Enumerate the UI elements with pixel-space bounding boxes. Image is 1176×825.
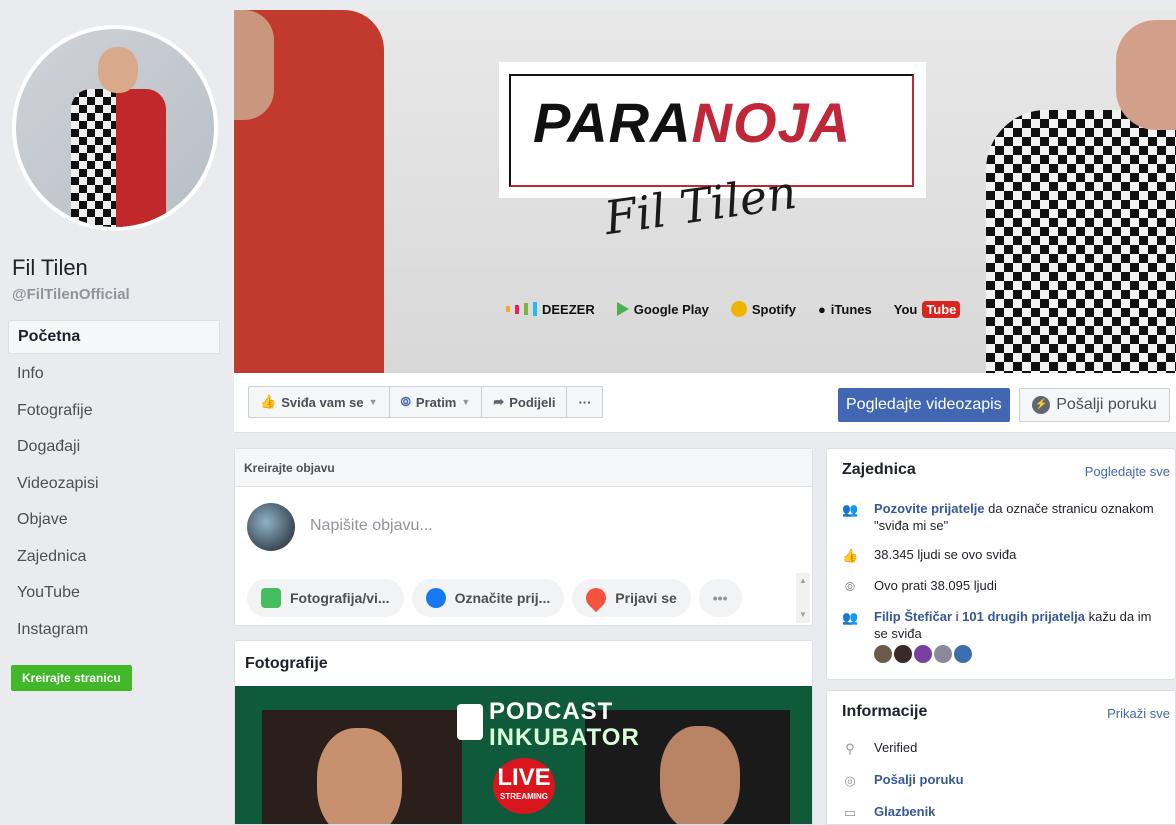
invite-friends-row: 👥 Pozovite prijatelje da označe stranicu…: [842, 501, 1154, 533]
apple-icon: ●: [817, 301, 826, 317]
spotify-logo: Spotify: [730, 301, 796, 317]
page-action-bar: 👍 Sviđa vam se ▼ ⦾ Pratim ▼ ➦ Podijeli ·…: [234, 373, 1176, 433]
photos-title[interactable]: Fotografije: [235, 641, 812, 686]
user-avatar: [247, 503, 295, 551]
more-button[interactable]: ···: [567, 387, 602, 417]
create-post-box: Kreirajte objavu Napišite objavu... Foto…: [234, 448, 813, 626]
location-pin-icon: [582, 583, 611, 613]
location-pin-icon: ⚲: [845, 741, 855, 756]
tag-friends-icon: [425, 588, 446, 608]
avatar: [16, 29, 214, 227]
messenger-icon: ◎: [844, 773, 856, 788]
category-link[interactable]: Glazbenik: [874, 804, 935, 819]
logo-text-part1: PARA: [533, 91, 692, 154]
left-sidebar: Fil Tilen @FilTilenOfficial Početna Info…: [0, 0, 228, 825]
check-in-button[interactable]: Prijavi se: [572, 579, 691, 617]
scroll-down-icon[interactable]: ▼: [796, 607, 810, 623]
sidebar-item-pocetna[interactable]: Početna: [8, 320, 220, 354]
caret-down-icon: ▼: [368, 397, 378, 407]
thumbs-up-icon: 👍: [842, 548, 859, 563]
avatar[interactable]: [894, 645, 912, 663]
sidebar-nav: Početna Info Fotografije Događaji Videoz…: [8, 320, 220, 648]
page-handle[interactable]: @FilTilenOfficial: [12, 286, 130, 303]
rss-icon: ⦾: [400, 394, 411, 409]
share-arrow-icon: ➦: [493, 394, 505, 409]
messenger-icon: ⚡: [1032, 396, 1051, 414]
microphone-icon: [457, 704, 483, 740]
send-message-button[interactable]: ⚡ Pošalji poruku: [1019, 388, 1170, 422]
sidebar-item-youtube[interactable]: YouTube: [8, 575, 220, 612]
category-icon: ▭: [843, 805, 857, 820]
photo-video-button[interactable]: Fotografija/vi...: [247, 579, 404, 617]
streaming-logos: DEEZER Google Play Spotify ● iTunes You Tu…: [506, 294, 961, 324]
logo-text-part2: NOJA: [691, 91, 852, 154]
photo-icon: [261, 588, 281, 608]
create-post-title: Kreirajte objavu: [235, 449, 812, 487]
friend-link[interactable]: Filip Štefičar: [874, 609, 952, 624]
create-page-button[interactable]: Kreirajte stranicu: [11, 665, 132, 691]
sidebar-item-fotografije[interactable]: Fotografije: [8, 393, 220, 430]
youtube-logo: You Tube: [894, 300, 961, 318]
avatar[interactable]: [914, 645, 932, 663]
like-button[interactable]: 👍 Sviđa vam se ▼: [249, 387, 390, 417]
rss-icon: ⦾: [844, 579, 856, 594]
friend-avatars: [874, 645, 1163, 663]
itunes-logo: ● iTunes: [817, 301, 872, 317]
scrollbar[interactable]: ▲ ▼: [796, 573, 810, 623]
sidebar-item-objave[interactable]: Objave: [8, 502, 220, 539]
profile-picture[interactable]: [12, 25, 218, 231]
thumbs-up-icon: 👍: [260, 394, 277, 409]
sidebar-item-zajednica[interactable]: Zajednica: [8, 539, 220, 576]
invite-friends-icon: 👥: [842, 502, 859, 517]
sidebar-item-dogadaji[interactable]: Događaji: [8, 429, 220, 466]
category-row: ▭ Glazbenik: [827, 803, 1175, 820]
community-card: Zajednica Pogledajte sve 👥 Pozovite prij…: [826, 448, 1176, 680]
play-icon: [616, 302, 629, 316]
sidebar-item-instagram[interactable]: Instagram: [8, 612, 220, 649]
invite-friends-link[interactable]: Pozovite prijatelje: [874, 501, 985, 516]
photo-thumbnail[interactable]: PODCAST INKUBATOR LIVE STREAMING: [235, 686, 812, 824]
sidebar-item-info[interactable]: Info: [8, 356, 220, 393]
tag-friends-button[interactable]: Označite prij...: [411, 579, 565, 617]
share-button[interactable]: ➦ Podijeli: [482, 387, 568, 417]
friends-icon: 👥: [842, 610, 859, 625]
more-options-button[interactable]: •••: [698, 579, 742, 617]
post-input[interactable]: Napišite objavu...: [310, 517, 433, 535]
likes-row: 👍 38.345 ljudi se ovo sviđa: [842, 547, 1017, 563]
follows-row: ⦾ Ovo prati 38.095 ljudi: [827, 577, 1175, 594]
avatar[interactable]: [934, 645, 952, 663]
send-message-link[interactable]: Pošalji poruku: [874, 772, 964, 787]
info-card: Informacije Prikaži sve ⚲ Verified ◎ Poš…: [826, 690, 1176, 825]
verified-row: ⚲ Verified: [827, 739, 1175, 756]
watch-video-button[interactable]: Pogledajte videozapis: [838, 388, 1010, 422]
composer-actions: Fotografija/vi... Označite prij... Prija…: [235, 571, 795, 625]
scroll-up-icon[interactable]: ▲: [796, 573, 810, 589]
message-row: ◎ Pošalji poruku: [827, 771, 1175, 788]
spotify-icon: [730, 301, 747, 317]
google-play-logo: Google Play: [616, 302, 709, 317]
friends-like-row: 👥 Filip Štefičar i 101 drugih prijatelja…: [827, 608, 1175, 663]
avatar[interactable]: [954, 645, 972, 663]
other-friends-link[interactable]: 101 drugih prijatelja: [962, 609, 1085, 624]
community-title: Zajednica: [842, 461, 916, 478]
avatar[interactable]: [874, 645, 892, 663]
live-badge: LIVE STREAMING: [493, 758, 555, 814]
page-name: Fil Tilen: [12, 255, 88, 280]
see-all-link[interactable]: Pogledajte sve: [1085, 464, 1170, 479]
deezer-icon: [506, 302, 537, 316]
info-title: Informacije: [842, 703, 928, 720]
facebook-page: Fil Tilen @FilTilenOfficial Početna Info…: [0, 0, 1176, 825]
show-all-link[interactable]: Prikaži sve: [1107, 706, 1170, 721]
cover-photo[interactable]: PARANOJA Fil Tilen DEEZER Google Play Sp…: [234, 10, 1176, 373]
photos-card: Fotografije PODCAST INKUBATOR LIVE STREA…: [234, 640, 813, 825]
page-actions-group: 👍 Sviđa vam se ▼ ⦾ Pratim ▼ ➦ Podijeli ·…: [248, 386, 604, 418]
sidebar-item-videozapisi[interactable]: Videozapisi: [8, 466, 220, 503]
podcast-logo: PODCAST INKUBATOR: [457, 696, 639, 754]
deezer-logo: DEEZER: [506, 302, 595, 317]
caret-down-icon: ▼: [461, 397, 471, 407]
follow-button[interactable]: ⦾ Pratim ▼: [390, 387, 483, 417]
